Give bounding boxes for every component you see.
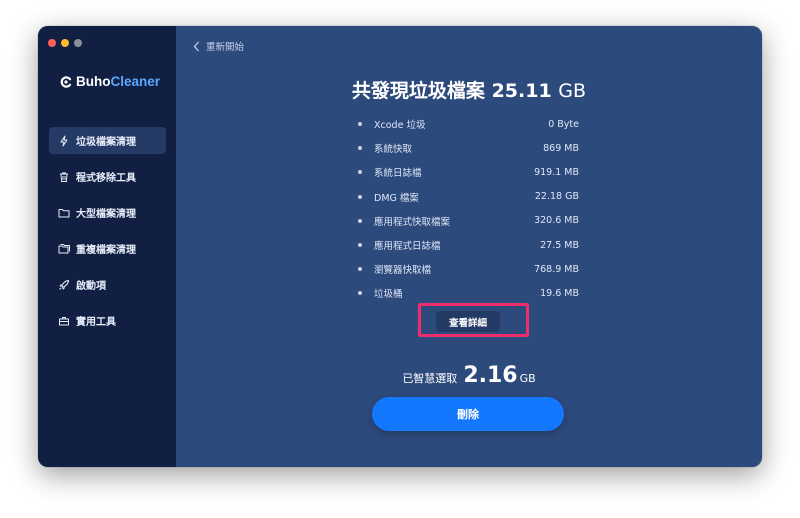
item-name: 應用程式日誌檔 [374,241,441,253]
sidebar-item-label: 實用工具 [76,317,116,328]
list-item: 應用程式快取檔案 320.6 MB [356,209,579,233]
bullet [358,146,362,151]
item-name: 應用程式快取檔案 [374,216,451,228]
item-name: 系統快取 [374,144,413,156]
item-name: 系統日誌檔 [374,168,422,180]
list-item: 系統快取 869 MB [356,136,579,160]
smart-selected-unit: GB [519,372,536,385]
folders-icon [58,243,70,253]
rocket-icon [59,279,69,290]
sidebar-item-label: 垃圾檔案清理 [76,137,136,148]
restart-label: 重新開始 [206,42,245,53]
view-details-button[interactable]: 查看詳細 [436,311,500,332]
item-name: 瀏覽器快取檔 [374,265,432,277]
bullet [358,194,362,199]
item-size: 22.18 GB [534,191,579,203]
folder-icon [58,208,70,217]
title-prefix: 共發現垃圾檔案 [351,80,485,102]
window-controls [48,39,82,47]
logo-text-buho: Buho [76,74,111,89]
list-item: DMG 檔案 22.18 GB [356,185,579,209]
total-size-unit: GB [558,80,587,102]
buho-logo-icon [60,75,72,88]
sidebar-item-label: 程式移除工具 [76,173,136,184]
sidebar-item-large-files[interactable]: 大型檔案清理 [49,199,166,226]
sidebar-item-label: 重複檔案清理 [76,245,136,256]
item-name: Xcode 垃圾 [374,120,426,132]
close-window-button[interactable] [48,39,56,47]
bullet [358,170,362,175]
item-size: 919.1 MB [534,166,579,178]
app-window: BuhoCleaner 垃圾檔案清理 程式移除工具 大型檔案清理 重複檔案清理 … [38,26,762,467]
sidebar-item-label: 大型檔案清理 [76,209,136,220]
sidebar-item-duplicate-files[interactable]: 重複檔案清理 [49,235,166,262]
chevron-left-icon [193,41,199,51]
sidebar-item-utilities[interactable]: 實用工具 [49,307,166,334]
sidebar-item-label: 啟動項 [76,281,106,292]
junk-list: Xcode 垃圾 0 Byte 系統快取 869 MB 系統日誌檔 919.1 MB … [356,112,579,306]
delete-button[interactable]: 刪除 [372,397,564,431]
sidebar-item-app-uninstaller[interactable]: 程式移除工具 [49,163,166,190]
item-size: 869 MB [543,142,579,154]
item-size: 768.9 MB [534,263,579,275]
smart-selected-summary: 已智慧選取 2.16 GB [176,363,762,388]
sidebar-item-junk-cleanup[interactable]: 垃圾檔案清理 [49,127,166,154]
list-item: 瀏覽器快取檔 768.9 MB [356,257,579,281]
app-logo: BuhoCleaner [60,74,160,89]
minimize-window-button[interactable] [61,39,69,47]
smart-selected-value: 2.16 [463,363,518,388]
sidebar-nav: 垃圾檔案清理 程式移除工具 大型檔案清理 重複檔案清理 啟動項 實用工具 [49,127,166,343]
trash-icon [60,172,68,182]
bullet [358,291,362,296]
sidebar-item-startup-items[interactable]: 啟動項 [49,271,166,298]
list-item: 垃圾桶 19.6 MB [356,281,579,305]
bullet [358,122,362,127]
item-name: DMG 檔案 [374,192,419,204]
item-size: 19.6 MB [540,287,579,299]
list-item: 系統日誌檔 919.1 MB [356,160,579,184]
sidebar: BuhoCleaner 垃圾檔案清理 程式移除工具 大型檔案清理 重複檔案清理 … [38,26,176,467]
total-size-value: 25.11 [491,80,552,102]
logo-text-cleaner: Cleaner [110,74,161,89]
toolbox-icon [59,316,69,325]
item-size: 320.6 MB [534,215,579,227]
lightning-icon [60,135,68,146]
item-name: 垃圾桶 [374,289,403,301]
page-title: 共發現垃圾檔案 25.11 GB [176,76,762,103]
bullet [358,267,362,272]
main-panel: 重新開始 共發現垃圾檔案 25.11 GB Xcode 垃圾 0 Byte 系統快… [176,26,762,467]
item-size: 0 Byte [548,118,579,130]
list-item: Xcode 垃圾 0 Byte [356,112,579,136]
restart-button[interactable]: 重新開始 [193,39,244,53]
list-item: 應用程式日誌檔 27.5 MB [356,233,579,257]
bullet [358,243,362,248]
smart-selected-label: 已智慧選取 [402,372,458,385]
bullet [358,218,362,223]
zoom-window-button[interactable] [74,39,82,47]
item-size: 27.5 MB [540,239,579,251]
